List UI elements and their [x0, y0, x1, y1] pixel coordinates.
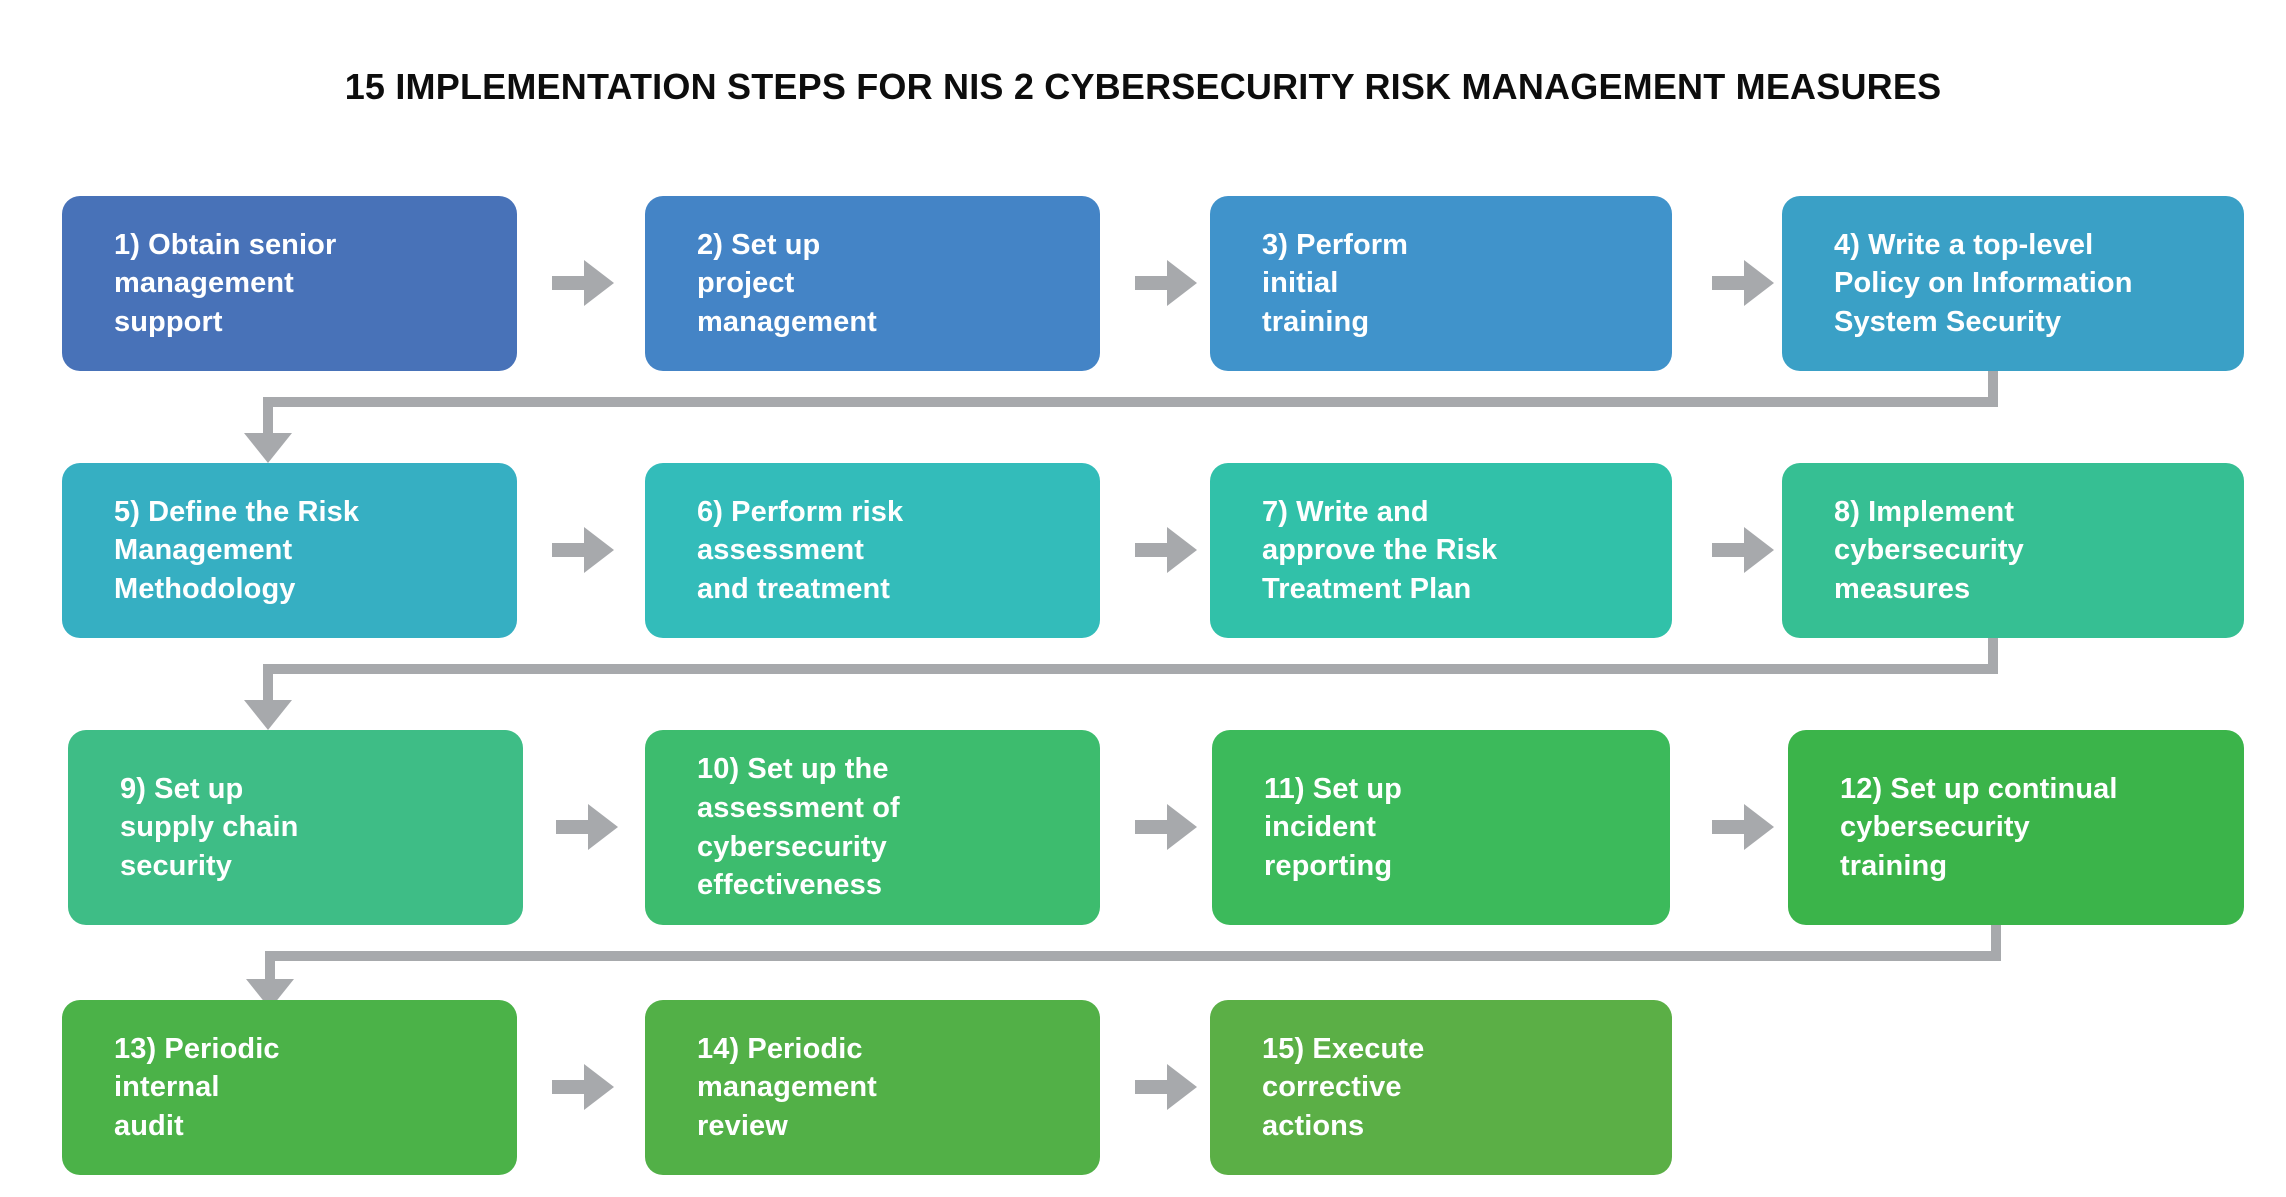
arrow-head-icon [1167, 527, 1197, 573]
step-box-3[interactable]: 3) Perform initial training [1210, 196, 1672, 371]
step-box-6[interactable]: 6) Perform risk assessment and treatment [645, 463, 1100, 638]
arrow-shaft [552, 276, 588, 290]
step-box-10[interactable]: 10) Set up the assessment of cybersecuri… [645, 730, 1100, 925]
step-label-4: 4) Write a top-level Policy on Informati… [1834, 228, 2133, 338]
arrow-shaft [556, 820, 592, 834]
step-box-1[interactable]: 1) Obtain senior management support [62, 196, 517, 371]
step-label-12: 12) Set up continual cybersecurity train… [1840, 772, 2118, 882]
arrow-head-icon [1167, 1064, 1197, 1110]
arrow-shaft [552, 1080, 588, 1094]
step-box-13[interactable]: 13) Periodic internal audit [62, 1000, 517, 1175]
connector-vertical-left [263, 664, 273, 702]
step-label-1: 1) Obtain senior management support [114, 228, 337, 338]
arrow-shaft [1712, 543, 1748, 557]
step-label-9: 9) Set up supply chain security [120, 772, 299, 882]
diagram-canvas: 15 IMPLEMENTATION STEPS FOR NIS 2 CYBERS… [0, 0, 2286, 1197]
step-label-10: 10) Set up the assessment of cybersecuri… [697, 753, 900, 902]
flow-row-4: 13) Periodic internal audit 14) Periodic… [0, 1000, 2286, 1175]
step-label-6: 6) Perform risk assessment and treatment [697, 495, 904, 605]
step-box-5[interactable]: 5) Define the Risk Management Methodolog… [62, 463, 517, 638]
arrow-head-icon [1744, 527, 1774, 573]
flow-row-3: 9) Set up supply chain security 10) Set … [0, 730, 2286, 925]
connector-vertical-left [265, 951, 275, 981]
step-box-8[interactable]: 8) Implement cybersecurity measures [1782, 463, 2244, 638]
arrow-head-icon [1167, 260, 1197, 306]
arrow-head-icon [1167, 804, 1197, 850]
connector-arrow-head-icon [244, 700, 292, 730]
arrow-head-icon [1744, 260, 1774, 306]
step-label-13: 13) Periodic internal audit [114, 1032, 280, 1142]
arrow-shaft [1712, 820, 1748, 834]
step-box-2[interactable]: 2) Set up project management [645, 196, 1100, 371]
step-box-9[interactable]: 9) Set up supply chain security [68, 730, 523, 925]
step-box-14[interactable]: 14) Periodic management review [645, 1000, 1100, 1175]
arrow-shaft [552, 543, 588, 557]
step-box-12[interactable]: 12) Set up continual cybersecurity train… [1788, 730, 2244, 925]
arrow-1-to-2 [552, 260, 614, 306]
connector-arrow-head-icon [244, 433, 292, 463]
arrow-13-to-14 [552, 1064, 614, 1110]
arrow-10-to-11 [1135, 804, 1197, 850]
connector-horizontal [263, 397, 1998, 407]
arrow-9-to-10 [556, 804, 618, 850]
step-box-15[interactable]: 15) Execute corrective actions [1210, 1000, 1672, 1175]
arrow-2-to-3 [1135, 260, 1197, 306]
arrow-11-to-12 [1712, 804, 1774, 850]
arrow-head-icon [1744, 804, 1774, 850]
arrow-head-icon [584, 527, 614, 573]
step-label-8: 8) Implement cybersecurity measures [1834, 495, 2024, 605]
step-label-15: 15) Execute corrective actions [1262, 1032, 1425, 1142]
arrow-shaft [1135, 1080, 1171, 1094]
step-label-2: 2) Set up project management [697, 228, 877, 338]
arrow-shaft [1135, 820, 1171, 834]
flow-row-1: 1) Obtain senior management support 2) S… [0, 196, 2286, 371]
step-label-3: 3) Perform initial training [1262, 228, 1409, 338]
step-label-11: 11) Set up incident reporting [1264, 772, 1402, 882]
step-box-7[interactable]: 7) Write and approve the Risk Treatment … [1210, 463, 1672, 638]
arrow-7-to-8 [1712, 527, 1774, 573]
connector-horizontal [265, 951, 2001, 961]
arrow-6-to-7 [1135, 527, 1197, 573]
arrow-head-icon [588, 804, 618, 850]
step-box-11[interactable]: 11) Set up incident reporting [1212, 730, 1670, 925]
step-box-4[interactable]: 4) Write a top-level Policy on Informati… [1782, 196, 2244, 371]
arrow-head-icon [584, 260, 614, 306]
step-label-7: 7) Write and approve the Risk Treatment … [1262, 495, 1498, 605]
arrow-14-to-15 [1135, 1064, 1197, 1110]
arrow-shaft [1135, 276, 1171, 290]
connector-vertical-left [263, 397, 273, 435]
step-label-5: 5) Define the Risk Management Methodolog… [114, 495, 360, 605]
step-label-14: 14) Periodic management review [697, 1032, 877, 1142]
arrow-head-icon [584, 1064, 614, 1110]
arrow-shaft [1712, 276, 1748, 290]
connector-horizontal [263, 664, 1998, 674]
arrow-shaft [1135, 543, 1171, 557]
page-title: 15 IMPLEMENTATION STEPS FOR NIS 2 CYBERS… [344, 66, 1942, 107]
flow-row-2: 5) Define the Risk Management Methodolog… [0, 463, 2286, 638]
arrow-5-to-6 [552, 527, 614, 573]
arrow-3-to-4 [1712, 260, 1774, 306]
